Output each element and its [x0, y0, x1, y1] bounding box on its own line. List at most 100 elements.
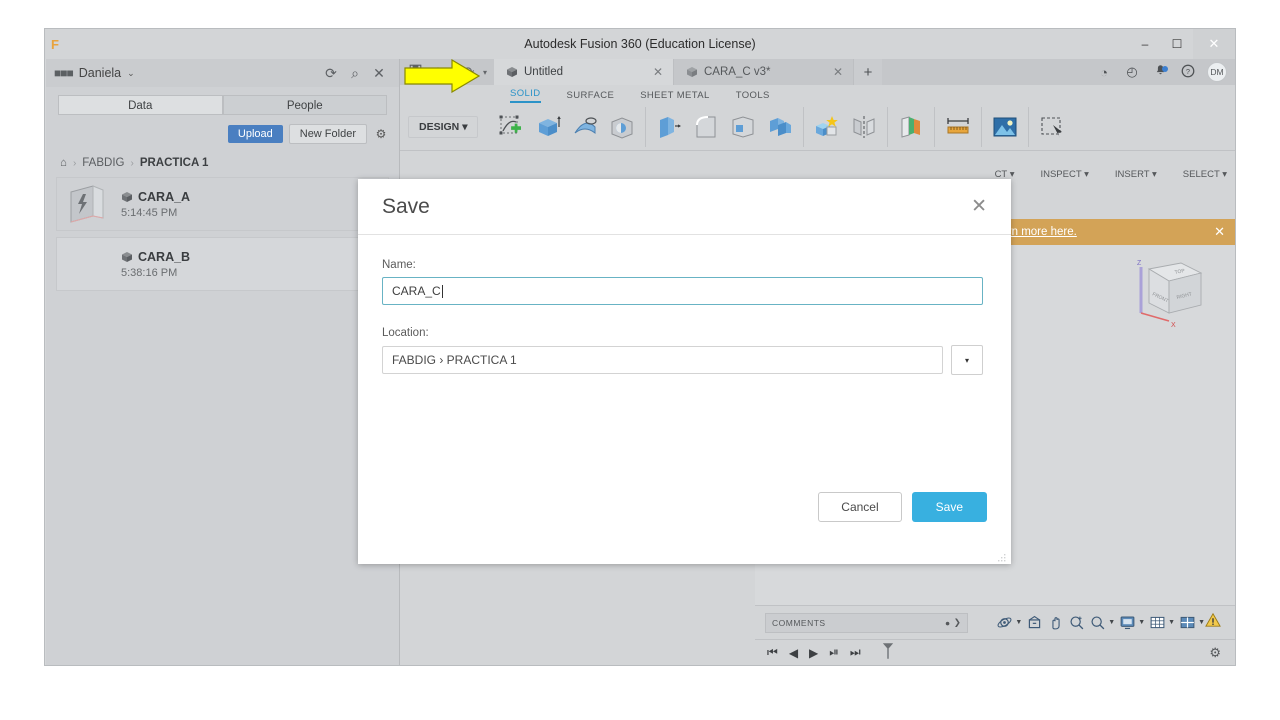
look-at-icon[interactable]	[1026, 614, 1043, 631]
file-name: CARA_A	[138, 189, 191, 204]
svg-text:?: ?	[1186, 66, 1190, 75]
select-icon[interactable]	[1035, 110, 1069, 144]
search-icon[interactable]: ⌕	[343, 65, 367, 82]
plane-icon[interactable]	[894, 110, 928, 144]
avatar[interactable]: DM	[1207, 62, 1227, 82]
ribbon-group-insert	[982, 106, 1030, 147]
chevron-down-icon[interactable]: ▼	[1168, 619, 1175, 626]
close-panel-icon[interactable]: ✕	[367, 65, 391, 82]
timeline-prev-button[interactable]: ◀	[789, 646, 798, 660]
chevron-down-icon[interactable]: ▼	[1198, 619, 1205, 626]
ribbon-tab-tools[interactable]: TOOLS	[736, 90, 770, 103]
close-window-button[interactable]: ✕	[1193, 29, 1235, 59]
breadcrumb-separator: ›	[130, 157, 134, 169]
fillet-icon[interactable]	[689, 110, 723, 144]
breadcrumb-item-fabdig[interactable]: FABDIG	[82, 157, 124, 169]
doc-tab-untitled[interactable]: Untitled ✕	[494, 59, 674, 85]
shell-icon[interactable]	[652, 110, 686, 144]
chevron-down-icon[interactable]: ▼	[1108, 619, 1115, 626]
ribbon-group-inspect	[935, 106, 983, 147]
grid-snaps-icon[interactable]: ▼	[1149, 614, 1175, 631]
ribbon-label-inspect[interactable]: INSPECT ▾	[1040, 169, 1088, 180]
close-icon[interactable]: ✕	[635, 65, 663, 79]
design-workspace-button[interactable]: DESIGN ▾	[408, 115, 479, 138]
doc-tab-cara-c[interactable]: CARA_C v3* ✕	[674, 59, 854, 85]
dialog-actions: Cancel Save	[818, 492, 987, 522]
measure-icon[interactable]	[941, 110, 975, 144]
breadcrumb-item-practica-1[interactable]: PRACTICA 1	[140, 157, 209, 169]
file-list: CARA_A 5:14:45 PM CARA_B 5:38:16 PM	[46, 177, 399, 291]
screenshot-root: F Autodesk Fusion 360 (Education License…	[0, 0, 1280, 720]
file-meta: CARA_B 5:38:16 PM	[121, 250, 190, 279]
extrude-icon[interactable]	[531, 110, 565, 144]
file-timestamp: 5:38:16 PM	[121, 266, 178, 279]
job-status-icon[interactable]: ◔	[1092, 65, 1116, 80]
comments-expand-icon[interactable]: ❯	[954, 617, 962, 628]
home-icon[interactable]: ⌂	[60, 157, 67, 169]
close-banner-icon[interactable]: ✕	[1214, 224, 1225, 240]
timeline-next-button[interactable]: ⏯	[829, 645, 839, 660]
notifications-bell-icon[interactable]	[1148, 64, 1172, 80]
tab-people[interactable]: People	[222, 95, 387, 115]
close-icon[interactable]: ✕	[971, 197, 987, 216]
insert-image-icon[interactable]	[988, 110, 1022, 144]
help-icon[interactable]: ?	[1176, 64, 1200, 81]
pan-icon[interactable]	[1047, 614, 1064, 631]
timeline-marker-icon[interactable]	[882, 642, 894, 663]
close-icon[interactable]: ✕	[815, 65, 843, 79]
navigation-toolbar: ▼ ▼ ▼ ▼ ▼	[996, 614, 1205, 631]
gear-icon[interactable]: ⚙	[373, 127, 389, 141]
cancel-button[interactable]: Cancel	[818, 492, 902, 522]
ribbon-tab-sheet-metal[interactable]: SHEET METAL	[640, 90, 710, 103]
display-settings-icon[interactable]: ▼	[1119, 614, 1145, 631]
timeline-start-button[interactable]: ⏮	[767, 645, 778, 660]
refresh-icon[interactable]: ⟳	[319, 65, 343, 82]
location-dropdown-button[interactable]: ▾	[951, 345, 983, 375]
create-sketch-icon[interactable]	[494, 110, 528, 144]
timeline-bar: ⏮ ◀ ▶ ⏯ ⏭ ⚙	[755, 639, 1235, 665]
ribbon-toolbar: DESIGN ▾	[400, 103, 1235, 151]
draft-icon[interactable]	[726, 110, 760, 144]
tab-data[interactable]: Data	[58, 95, 223, 115]
file-name-row: CARA_A	[121, 190, 190, 204]
list-item[interactable]: CARA_A 5:14:45 PM	[56, 177, 389, 231]
minimize-button[interactable]: –	[1129, 29, 1161, 59]
orbit-icon[interactable]: ▼	[996, 614, 1022, 631]
chevron-down-icon[interactable]: ▼	[1015, 619, 1022, 626]
zoom-window-icon[interactable]	[1068, 614, 1085, 631]
viewports-icon[interactable]: ▼	[1179, 614, 1205, 631]
timeline-play-button[interactable]: ▶	[809, 646, 818, 660]
appearance-icon[interactable]	[810, 110, 844, 144]
name-input[interactable]: CARA_C	[382, 277, 983, 305]
upload-button[interactable]: Upload	[227, 125, 283, 143]
ribbon-label-select[interactable]: SELECT ▾	[1183, 169, 1227, 180]
cube-icon	[506, 66, 518, 78]
redo-dropdown-caret-icon[interactable]: ▾	[480, 68, 490, 77]
settings-gear-icon[interactable]: ⚙	[1209, 645, 1221, 661]
revolve-icon[interactable]	[568, 110, 602, 144]
new-tab-button[interactable]: +	[854, 59, 882, 85]
warning-icon[interactable]	[1205, 612, 1221, 633]
list-item[interactable]: CARA_B 5:38:16 PM	[56, 237, 389, 291]
zoom-icon[interactable]: ▼	[1089, 614, 1115, 631]
chevron-down-icon[interactable]: ▼	[1138, 619, 1145, 626]
hole-icon[interactable]	[605, 110, 639, 144]
save-button[interactable]: Save	[911, 492, 987, 522]
recent-activity-icon[interactable]: ◴	[1120, 64, 1144, 80]
top-right-icon-group: ◔ ◴ ? DM	[1092, 59, 1235, 85]
timeline-end-button[interactable]: ⏭	[850, 645, 861, 660]
view-cube[interactable]: TOP FRONT RIGHT Z X	[1119, 251, 1211, 335]
ribbon-label-insert[interactable]: INSERT ▾	[1115, 169, 1157, 180]
combine-icon[interactable]	[763, 110, 797, 144]
new-folder-button[interactable]: New Folder	[288, 124, 367, 144]
comments-panel-button[interactable]: COMMENTS ● ❯	[765, 612, 969, 633]
ribbon-group-modify	[646, 106, 805, 147]
chevron-down-icon[interactable]: ⌄	[127, 68, 135, 79]
mirror-icon[interactable]	[847, 110, 881, 144]
ribbon-tab-solid[interactable]: SOLID	[510, 88, 541, 103]
ribbon-tab-surface[interactable]: SURFACE	[567, 90, 615, 103]
resize-grip[interactable]	[997, 550, 1007, 562]
user-name[interactable]: Daniela	[79, 66, 121, 80]
location-input[interactable]: FABDIG › PRACTICA 1	[382, 346, 943, 374]
maximize-button[interactable]: ☐	[1161, 29, 1193, 59]
